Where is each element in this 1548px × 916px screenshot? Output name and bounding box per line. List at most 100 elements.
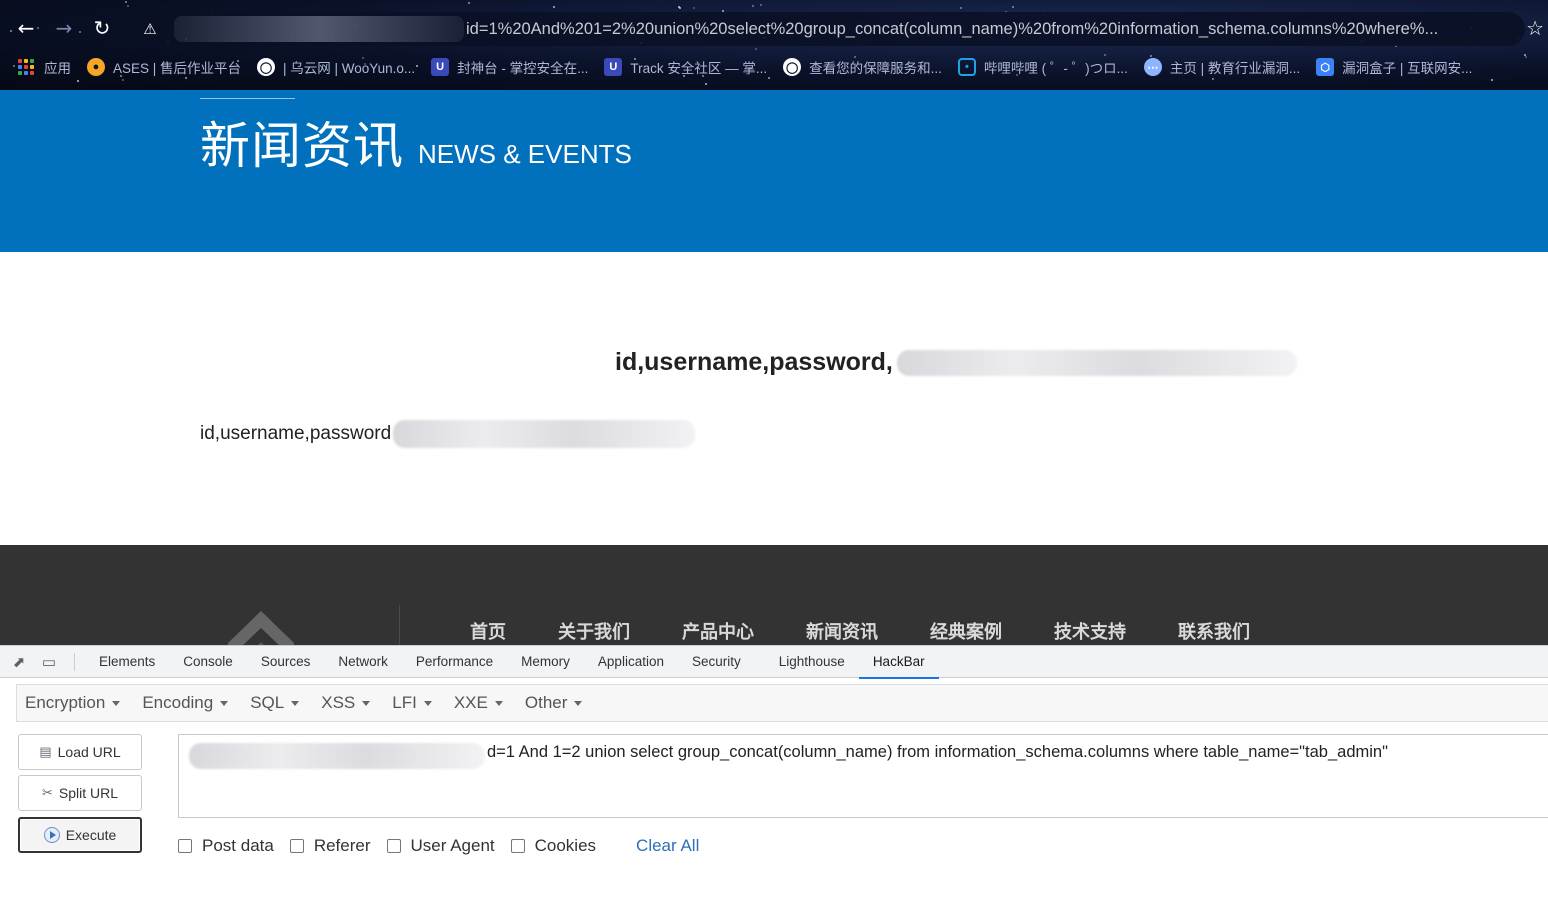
- globe-icon: ◯: [783, 58, 802, 76]
- menu-label: Other: [524, 693, 568, 712]
- tab-hackbar[interactable]: HackBar: [858, 646, 939, 679]
- footer-nav-products[interactable]: 产品中心: [682, 618, 754, 644]
- option-label: Post data: [202, 836, 274, 855]
- bookmark-bilibili[interactable]: • 哔哩哔哩 ( ゜- ゜)つロ...: [950, 54, 1136, 80]
- footer-nav-cases[interactable]: 经典案例: [930, 618, 1002, 644]
- article-body: id,username,password: [200, 420, 696, 448]
- hackbar-options: Post data Referer User Agent Cookies Cle…: [178, 836, 699, 856]
- button-label: Split URL: [58, 785, 119, 801]
- redacted-host: [189, 743, 485, 769]
- tab-application[interactable]: Application: [584, 646, 678, 678]
- load-url-button[interactable]: ▤ Load URL: [18, 734, 142, 770]
- bookmark-apps[interactable]: 应用: [0, 54, 79, 80]
- menu-other[interactable]: Other: [517, 693, 591, 713]
- tab-security[interactable]: Security: [678, 646, 755, 678]
- site-footer: 首页 关于我们 产品中心 新闻资讯 经典案例 技术支持 联系我们: [0, 545, 1548, 645]
- bookmark-label: 漏洞盒子 | 互联网安...: [1342, 61, 1473, 76]
- bookmark-fengshentai[interactable]: U 封神台 - 掌控安全在...: [423, 54, 596, 80]
- tab-memory[interactable]: Memory: [507, 646, 584, 678]
- element-picker-icon[interactable]: ⬈: [4, 646, 34, 678]
- footer-nav-support[interactable]: 技术支持: [1054, 618, 1126, 644]
- bookmark-star-icon[interactable]: ☆: [1526, 16, 1544, 40]
- footer-nav-about[interactable]: 关于我们: [558, 618, 630, 644]
- page-banner: 新闻资讯 NEWS & EVENTS: [0, 90, 1548, 252]
- play-icon: [43, 827, 60, 843]
- footer-nav-news[interactable]: 新闻资讯: [806, 618, 878, 644]
- star-dot: [705, 83, 707, 85]
- bookmark-ases[interactable]: ● ASES | 售后作业平台: [79, 54, 249, 80]
- star-dot: [127, 5, 129, 7]
- url-textarea[interactable]: d=1 And 1=2 union select group_concat(co…: [178, 734, 1548, 818]
- footer-nav-home[interactable]: 首页: [470, 618, 506, 644]
- url-textarea-value: d=1 And 1=2 union select group_concat(co…: [487, 743, 1388, 761]
- star-dot: [752, 5, 754, 7]
- article-body-text: id,username,password: [200, 423, 392, 444]
- menu-encryption[interactable]: Encryption: [17, 693, 128, 713]
- menu-xxe[interactable]: XXE: [446, 693, 511, 713]
- star-dot: [693, 7, 695, 9]
- menu-label: SQL: [250, 693, 285, 712]
- button-label: Execute: [65, 827, 117, 843]
- clear-all-link[interactable]: Clear All: [636, 836, 699, 856]
- menu-label: XSS: [321, 693, 356, 712]
- toolbar-divider: [74, 652, 75, 671]
- post-data-checkbox[interactable]: [178, 839, 192, 853]
- footer-divider: [399, 605, 400, 645]
- forward-arrow-icon[interactable]: →: [50, 14, 78, 42]
- caret-down-icon: [291, 700, 300, 706]
- option-referer[interactable]: Referer: [289, 836, 371, 856]
- tab-sources[interactable]: Sources: [247, 646, 325, 678]
- bilibili-tv-icon: •: [957, 58, 976, 76]
- menu-label: Encoding: [142, 693, 214, 712]
- star-dot: [960, 7, 962, 9]
- tab-console[interactable]: Console: [169, 646, 247, 678]
- article-title: id,username,password,: [615, 348, 1297, 377]
- bookmark-warranty[interactable]: ◯ 查看您的保障服务和...: [775, 54, 950, 80]
- address-bar-url: id=1%20And%201=2%20union%20select%20grou…: [466, 19, 1439, 38]
- referer-checkbox[interactable]: [289, 839, 304, 853]
- bookmark-label: 应用: [44, 61, 71, 76]
- star-dot: [468, 2, 470, 4]
- bookmark-vulbox[interactable]: ⬡ 漏洞盒子 | 互联网安...: [1308, 54, 1480, 80]
- device-toggle-icon[interactable]: ▭: [34, 646, 64, 678]
- redacted-text: [393, 420, 696, 448]
- page-title-cn: 新闻资讯: [200, 117, 404, 175]
- tab-elements[interactable]: Elements: [85, 646, 169, 678]
- bookmark-edu[interactable]: ⋯ 主页 | 教育行业漏洞...: [1136, 54, 1308, 80]
- option-label: Cookies: [534, 836, 597, 855]
- bookmark-label: ASES | 售后作业平台: [113, 61, 242, 76]
- tab-network[interactable]: Network: [324, 646, 402, 678]
- menu-sql[interactable]: SQL: [242, 693, 307, 713]
- option-post-data[interactable]: Post data: [178, 836, 274, 856]
- address-bar[interactable]: ⚠ id=1%20And%201=2%20union%20select%20gr…: [130, 12, 1525, 46]
- bookmark-label: 主页 | 教育行业漏洞...: [1169, 61, 1301, 76]
- menu-encoding[interactable]: Encoding: [134, 693, 236, 713]
- scissors-icon: ✂: [41, 785, 53, 800]
- cookies-checkbox[interactable]: [510, 839, 525, 853]
- menu-xss[interactable]: XSS: [313, 693, 378, 713]
- menu-label: XXE: [453, 693, 488, 712]
- bookmarks-bar: 应用 ● ASES | 售后作业平台 ◯ | 乌云网 | WooYun.o...…: [0, 54, 1548, 80]
- globe-icon: ◯: [257, 58, 276, 76]
- shield-icon: U: [604, 58, 623, 76]
- tab-performance[interactable]: Performance: [402, 646, 507, 678]
- back-arrow-icon[interactable]: ←: [12, 14, 40, 42]
- reload-icon[interactable]: ↻: [88, 14, 116, 42]
- bookmark-label: 封神台 - 掌控安全在...: [457, 61, 589, 76]
- option-user-agent[interactable]: User Agent: [386, 836, 495, 856]
- menu-lfi[interactable]: LFI: [384, 693, 440, 713]
- split-url-button[interactable]: ✂ Split URL: [18, 775, 142, 811]
- bookmark-track[interactable]: U Track 安全社区 — 掌...: [596, 54, 775, 80]
- option-cookies[interactable]: Cookies: [510, 836, 597, 856]
- user-agent-checkbox[interactable]: [386, 839, 401, 853]
- tab-lighthouse[interactable]: Lighthouse: [765, 646, 859, 678]
- not-secure-warning-icon[interactable]: ⚠: [130, 20, 170, 38]
- star-dot: [77, 80, 79, 82]
- execute-button[interactable]: Execute: [18, 817, 142, 853]
- network-icon: ⋯: [1143, 58, 1162, 76]
- footer-nav-contact[interactable]: 联系我们: [1178, 618, 1250, 644]
- browser-chrome: ← → ↻ ⚠ id=1%20And%201=2%20union%20selec…: [0, 0, 1548, 90]
- option-label: User Agent: [410, 836, 495, 855]
- bookmark-wooyun[interactable]: ◯ | 乌云网 | WooYun.o...: [249, 54, 423, 80]
- star-dot: [678, 6, 680, 8]
